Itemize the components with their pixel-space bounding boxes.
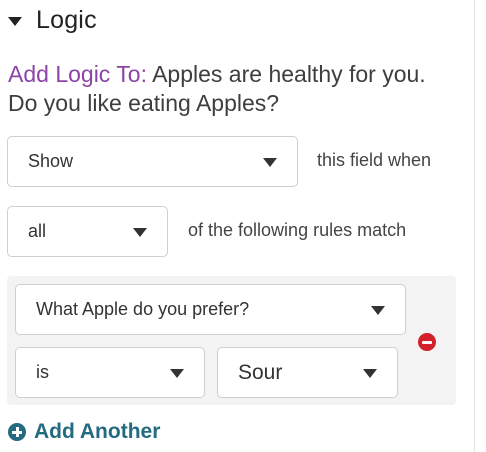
chevron-down-icon (263, 157, 277, 167)
rule-value-select[interactable]: Sour (217, 347, 398, 398)
rule-operator-value: is (36, 362, 49, 382)
minus-circle-icon[interactable] (418, 333, 436, 351)
rule-field-value: What Apple do you prefer? (36, 299, 250, 319)
logic-target-heading: Add Logic To: Apples are healthy for you… (8, 60, 458, 118)
match-select-value: all (28, 221, 47, 241)
rule-operator-select[interactable]: is (15, 347, 205, 398)
logic-panel: Logic Add Logic To: Apples are healthy f… (0, 0, 486, 452)
action-select[interactable]: Show (7, 136, 298, 187)
chevron-down-icon (371, 305, 385, 315)
panel-divider (474, 0, 475, 452)
chevron-down-icon (133, 227, 147, 237)
logic-section-toggle[interactable]: Logic (8, 4, 97, 36)
chevron-down-icon (170, 368, 184, 378)
plus-circle-icon (8, 423, 26, 441)
action-select-value: Show (28, 151, 74, 171)
rule-value: Sour (238, 360, 283, 384)
chevron-down-icon (363, 368, 377, 378)
match-select[interactable]: all (7, 206, 168, 257)
add-logic-label: Add Logic To: (8, 61, 147, 87)
add-another-button[interactable]: Add Another (8, 418, 160, 446)
add-another-label: Add Another (34, 420, 161, 443)
action-trailing-text: this field when (317, 150, 432, 170)
rule-field-select[interactable]: What Apple do you prefer? (15, 284, 406, 335)
caret-down-icon (8, 16, 22, 26)
section-title: Logic (36, 5, 97, 34)
match-trailing-text: of the following rules match (188, 220, 407, 240)
